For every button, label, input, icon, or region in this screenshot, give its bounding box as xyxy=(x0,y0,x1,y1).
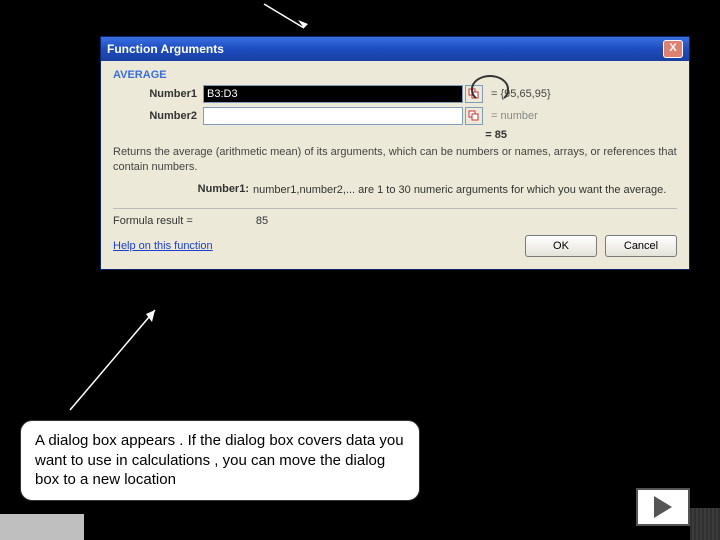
slide-footer-strip-right xyxy=(690,508,720,540)
ok-button[interactable]: OK xyxy=(525,235,597,257)
collapse-icon xyxy=(468,88,480,100)
argument-row-2: Number2 = number xyxy=(113,107,677,125)
function-name: AVERAGE xyxy=(113,69,677,81)
annotation-arrow-bottom xyxy=(60,300,180,423)
argument-help-text: number1,number2,... are 1 to 30 numeric … xyxy=(253,183,677,198)
dialog-titlebar[interactable]: Function Arguments X xyxy=(101,37,689,61)
next-slide-button[interactable] xyxy=(636,488,690,526)
arg1-label: Number1 xyxy=(113,88,203,100)
function-description: Returns the average (arithmetic mean) of… xyxy=(113,145,677,175)
play-icon xyxy=(654,496,672,518)
annotation-caption: A dialog box appears . If the dialog box… xyxy=(20,420,420,501)
arg2-label: Number2 xyxy=(113,110,203,122)
help-link[interactable]: Help on this function xyxy=(113,240,213,252)
arg1-input[interactable] xyxy=(203,85,463,103)
function-arguments-dialog: Function Arguments X AVERAGE Number1 = {… xyxy=(100,36,690,270)
slide-footer-strip xyxy=(0,514,84,540)
argument-row-1: Number1 = {95,65,95} xyxy=(113,85,677,103)
close-button[interactable]: X xyxy=(663,40,683,58)
computed-equals: = 85 xyxy=(113,129,677,141)
arg1-preview: = {95,65,95} xyxy=(491,88,551,100)
argument-help: Number1: number1,number2,... are 1 to 30… xyxy=(113,183,677,198)
arg2-preview: = number xyxy=(491,110,538,122)
formula-result-row: Formula result = 85 xyxy=(113,215,677,227)
collapse-dialog-button-1[interactable] xyxy=(465,85,483,103)
divider xyxy=(113,208,677,209)
collapse-icon xyxy=(468,110,480,122)
formula-result-value: 85 xyxy=(256,215,268,227)
collapse-dialog-button-2[interactable] xyxy=(465,107,483,125)
close-icon: X xyxy=(669,42,676,54)
formula-result-label: Formula result = xyxy=(113,215,193,227)
dialog-title: Function Arguments xyxy=(107,42,224,56)
arg2-input[interactable] xyxy=(203,107,463,125)
cancel-button[interactable]: Cancel xyxy=(605,235,677,257)
annotation-arrow-top xyxy=(260,2,320,39)
argument-help-label: Number1: xyxy=(113,183,253,198)
